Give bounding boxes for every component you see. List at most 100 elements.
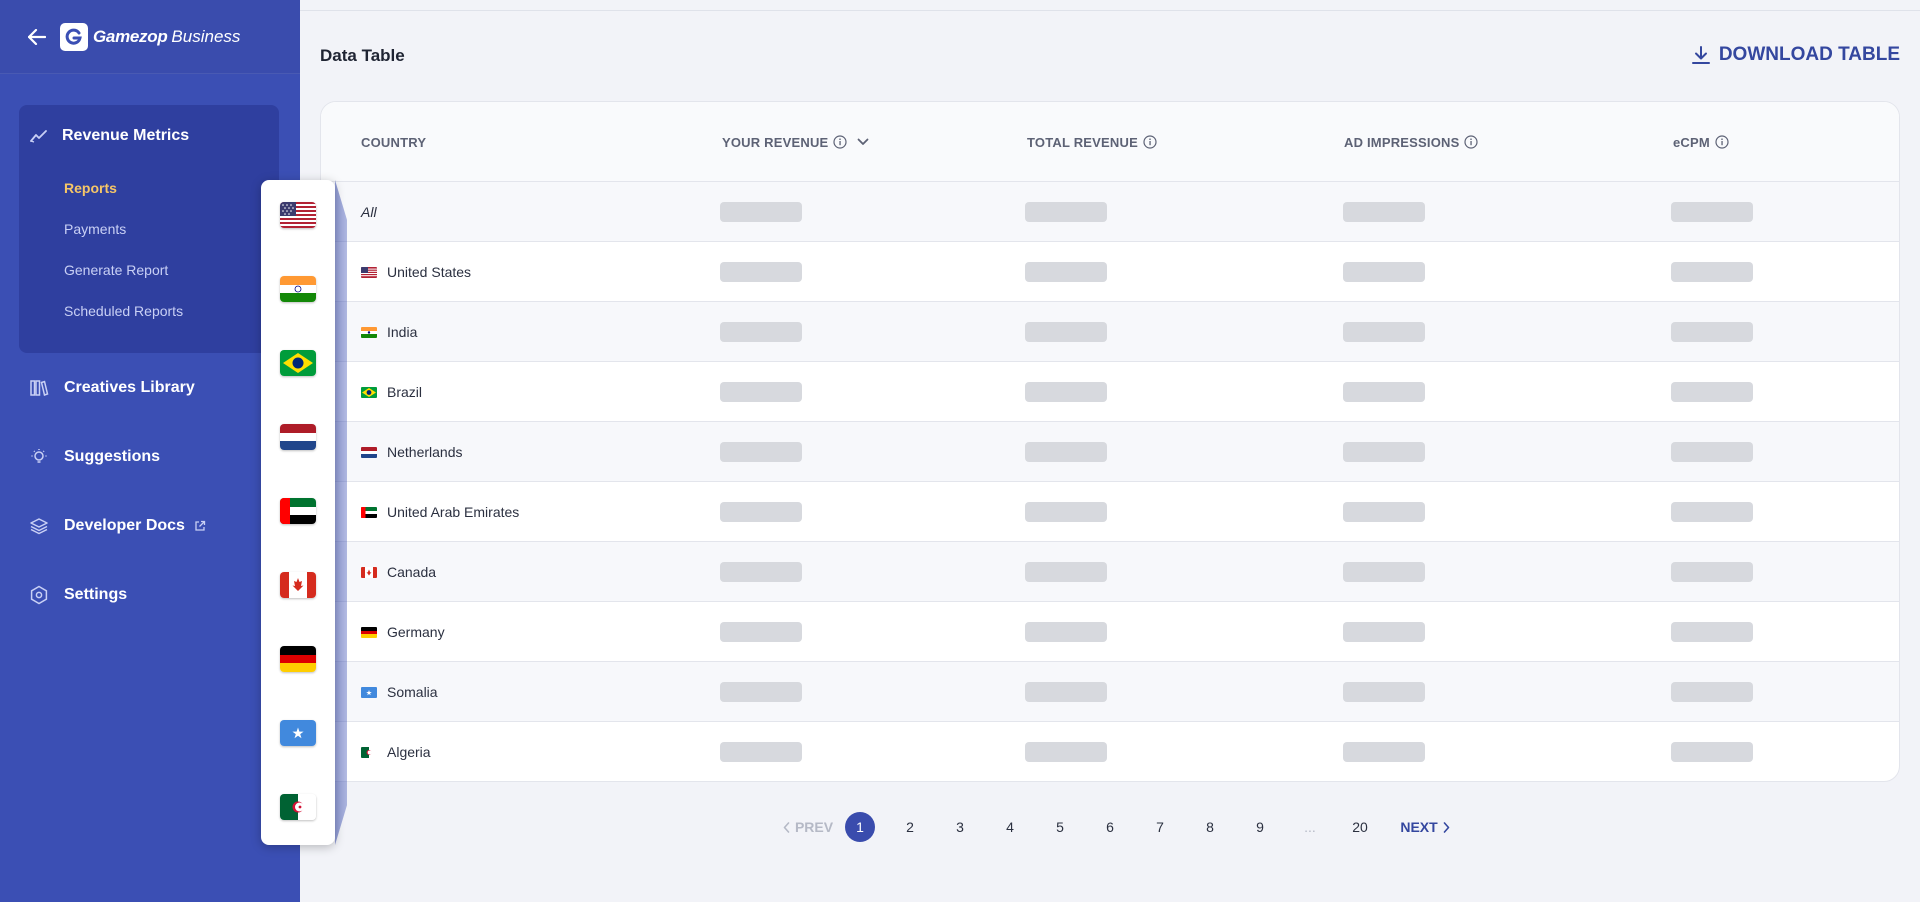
loading-skeleton: [1343, 682, 1425, 702]
loading-skeleton: [1671, 502, 1753, 522]
page-8-button[interactable]: 8: [1195, 812, 1225, 842]
table-row[interactable]: Brazil: [321, 362, 1899, 422]
canada-flag-icon[interactable]: [280, 572, 316, 598]
header-total-revenue[interactable]: TOTAL REVENUE: [1027, 102, 1157, 182]
gamezop-logo-icon: [60, 22, 88, 51]
country-name: Netherlands: [387, 444, 463, 460]
page-3-button[interactable]: 3: [945, 812, 975, 842]
table-row[interactable]: Somalia: [321, 662, 1899, 722]
loading-skeleton: [1025, 382, 1107, 402]
table-row[interactable]: Algeria: [321, 722, 1899, 781]
page-1-button[interactable]: 1: [845, 812, 875, 842]
sidebar-item-reports[interactable]: Reports: [19, 167, 279, 208]
country-name: Somalia: [387, 684, 438, 700]
info-icon[interactable]: [1715, 135, 1729, 149]
loading-skeleton: [1025, 322, 1107, 342]
loading-skeleton: [720, 562, 802, 582]
india-flag-icon[interactable]: [280, 276, 316, 302]
page-5-button[interactable]: 5: [1045, 812, 1075, 842]
sidebar: Gamezop Business Revenue Metrics Reports…: [0, 0, 300, 902]
netherlands-flag-icon[interactable]: [280, 424, 316, 450]
table-row[interactable]: India: [321, 302, 1899, 362]
loading-skeleton: [720, 682, 802, 702]
us-flag-icon[interactable]: [280, 202, 316, 228]
loading-skeleton: [1343, 382, 1425, 402]
sidebar-header: Gamezop Business: [0, 0, 300, 74]
page-7-button[interactable]: 7: [1145, 812, 1175, 842]
page-2-button[interactable]: 2: [895, 812, 925, 842]
loading-skeleton: [720, 382, 802, 402]
loading-skeleton: [1025, 202, 1107, 222]
header-country-label: COUNTRY: [361, 134, 427, 150]
sort-chevron-down-icon[interactable]: [857, 138, 869, 146]
nav-developer-docs[interactable]: Developer Docs: [29, 516, 206, 536]
main-content: Data Table DOWNLOAD TABLE COUNTRY YOUR R…: [300, 0, 1920, 902]
nav-suggestions[interactable]: Suggestions: [29, 447, 160, 467]
loading-skeleton: [1343, 322, 1425, 342]
table-row[interactable]: All: [321, 182, 1899, 242]
info-icon[interactable]: [1464, 135, 1479, 149]
somalia-flag-icon[interactable]: [280, 720, 316, 746]
header-ad-impressions[interactable]: AD IMPRESSIONS: [1344, 102, 1479, 182]
nav-settings-label: Settings: [64, 586, 128, 603]
country-cell: United States: [361, 242, 471, 302]
nav-revenue-metrics[interactable]: Revenue Metrics: [19, 105, 279, 167]
uae-flag-icon[interactable]: [280, 498, 316, 524]
header-ecpm[interactable]: eCPM: [1673, 102, 1729, 182]
nav-creatives-library-label: Creatives Library: [64, 379, 195, 396]
loading-skeleton: [1671, 202, 1753, 222]
pagination: PREV 1 2 3 4 5 6 7 8 9 ... 20 NEXT: [300, 812, 1920, 842]
loading-skeleton: [1025, 262, 1107, 282]
table-row[interactable]: Netherlands: [321, 422, 1899, 482]
loading-skeleton: [1343, 562, 1425, 582]
country-cell: All: [361, 182, 377, 242]
info-icon[interactable]: [833, 135, 848, 149]
prev-page-button[interactable]: PREV: [773, 812, 843, 842]
back-arrow-icon[interactable]: [26, 26, 48, 48]
germany-flag-icon[interactable]: [280, 646, 316, 672]
download-table-button[interactable]: DOWNLOAD TABLE: [1691, 44, 1900, 66]
next-page-button[interactable]: NEXT: [1390, 812, 1460, 842]
header-country[interactable]: COUNTRY: [361, 102, 426, 182]
india-flag-icon: [361, 326, 377, 338]
table-row[interactable]: United Arab Emirates: [321, 482, 1899, 542]
nav-revenue-metrics-label: Revenue Metrics: [62, 127, 190, 144]
loading-skeleton: [1671, 442, 1753, 462]
loading-skeleton: [1671, 682, 1753, 702]
nav-developer-docs-label: Developer Docs: [64, 517, 185, 534]
algeria-flag-icon[interactable]: [280, 794, 316, 820]
chevron-left-icon: [783, 821, 790, 833]
loading-skeleton: [720, 202, 802, 222]
somalia-flag-icon: [361, 686, 377, 698]
table-row[interactable]: United States: [321, 242, 1899, 302]
header-your-revenue[interactable]: YOUR REVENUE: [722, 102, 869, 182]
revenue-metrics-group: Revenue Metrics Reports Payments Generat…: [19, 105, 279, 353]
trend-line-icon: [30, 129, 48, 143]
brazil-flag-icon: [361, 386, 377, 398]
sidebar-item-generate-report[interactable]: Generate Report: [19, 249, 279, 290]
nav-settings[interactable]: Settings: [29, 585, 127, 605]
sidebar-item-payments[interactable]: Payments: [19, 208, 279, 249]
country-name: All: [361, 204, 377, 220]
loading-skeleton: [1025, 562, 1107, 582]
loading-skeleton: [1343, 202, 1425, 222]
page-9-button[interactable]: 9: [1245, 812, 1275, 842]
data-table: COUNTRY YOUR REVENUE TOTAL REVENUE AD IM…: [320, 101, 1900, 782]
loading-skeleton: [1671, 742, 1753, 762]
page-4-button[interactable]: 4: [995, 812, 1025, 842]
loading-skeleton: [720, 502, 802, 522]
header-ad-impressions-label: AD IMPRESSIONS: [1344, 134, 1460, 150]
nav-creatives-library[interactable]: Creatives Library: [29, 378, 195, 398]
country-cell: Netherlands: [361, 422, 463, 482]
pagination-ellipsis: ...: [1304, 819, 1316, 835]
table-row[interactable]: Germany: [321, 602, 1899, 662]
header-ecpm-label: eCPM: [1673, 134, 1710, 150]
brazil-flag-icon[interactable]: [280, 350, 316, 376]
page-20-button[interactable]: 20: [1345, 812, 1375, 842]
table-header: COUNTRY YOUR REVENUE TOTAL REVENUE AD IM…: [321, 102, 1899, 182]
page-6-button[interactable]: 6: [1095, 812, 1125, 842]
external-link-icon: [194, 520, 206, 532]
table-row[interactable]: Canada: [321, 542, 1899, 602]
sidebar-item-scheduled-reports[interactable]: Scheduled Reports: [19, 290, 279, 331]
info-icon[interactable]: [1143, 135, 1157, 149]
